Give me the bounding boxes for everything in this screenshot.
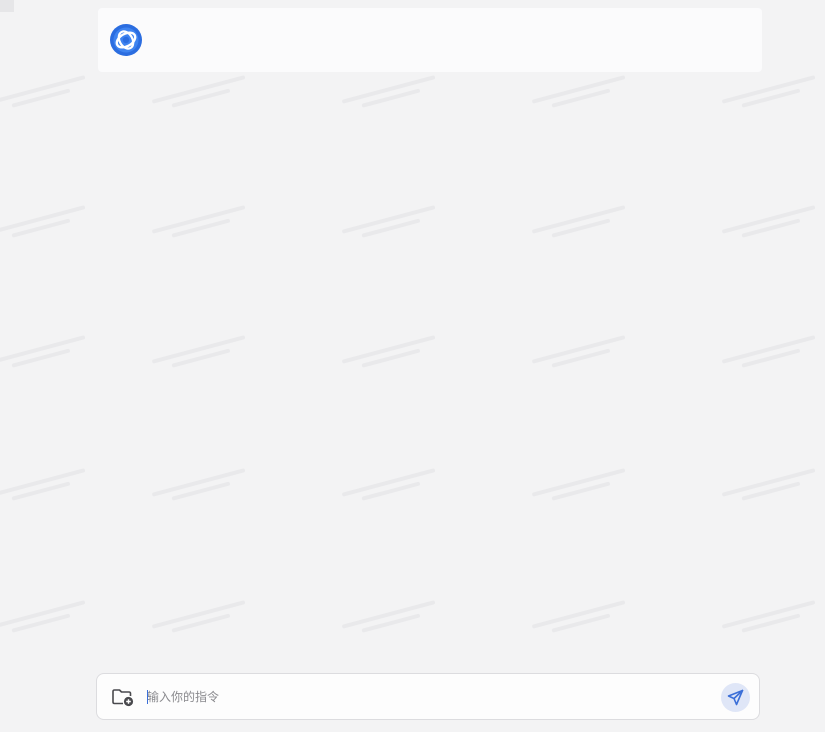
watermark-mark (151, 596, 269, 663)
text-cursor (147, 690, 148, 704)
watermark-mark (341, 71, 459, 138)
background-watermarks (0, 0, 825, 732)
watermark-mark (0, 201, 108, 268)
watermark-mark (531, 71, 649, 138)
watermark-mark (151, 201, 269, 268)
watermark-mark (721, 464, 825, 531)
watermark-mark (151, 71, 269, 138)
command-input[interactable] (145, 684, 707, 710)
watermark-mark (0, 596, 108, 663)
watermark-mark (531, 201, 649, 268)
watermark-mark (531, 464, 649, 531)
window-corner-mark (0, 0, 14, 12)
watermark-mark (721, 201, 825, 268)
watermark-mark (341, 464, 459, 531)
watermark-mark (341, 201, 459, 268)
watermark-mark (721, 331, 825, 398)
watermark-mark (341, 331, 459, 398)
watermark-mark (341, 596, 459, 663)
watermark-mark (0, 71, 108, 138)
assistant-message-card (98, 8, 762, 72)
watermark-mark (531, 596, 649, 663)
send-button[interactable] (721, 683, 750, 712)
watermark-mark (151, 331, 269, 398)
folder-add-icon[interactable] (111, 687, 135, 707)
watermark-mark (721, 71, 825, 138)
assistant-logo-icon (110, 24, 142, 56)
watermark-mark (0, 464, 108, 531)
command-composer (96, 673, 760, 720)
watermark-mark (721, 596, 825, 663)
chat-page (0, 0, 825, 732)
watermark-mark (151, 464, 269, 531)
watermark-mark (0, 331, 108, 398)
watermark-mark (531, 331, 649, 398)
